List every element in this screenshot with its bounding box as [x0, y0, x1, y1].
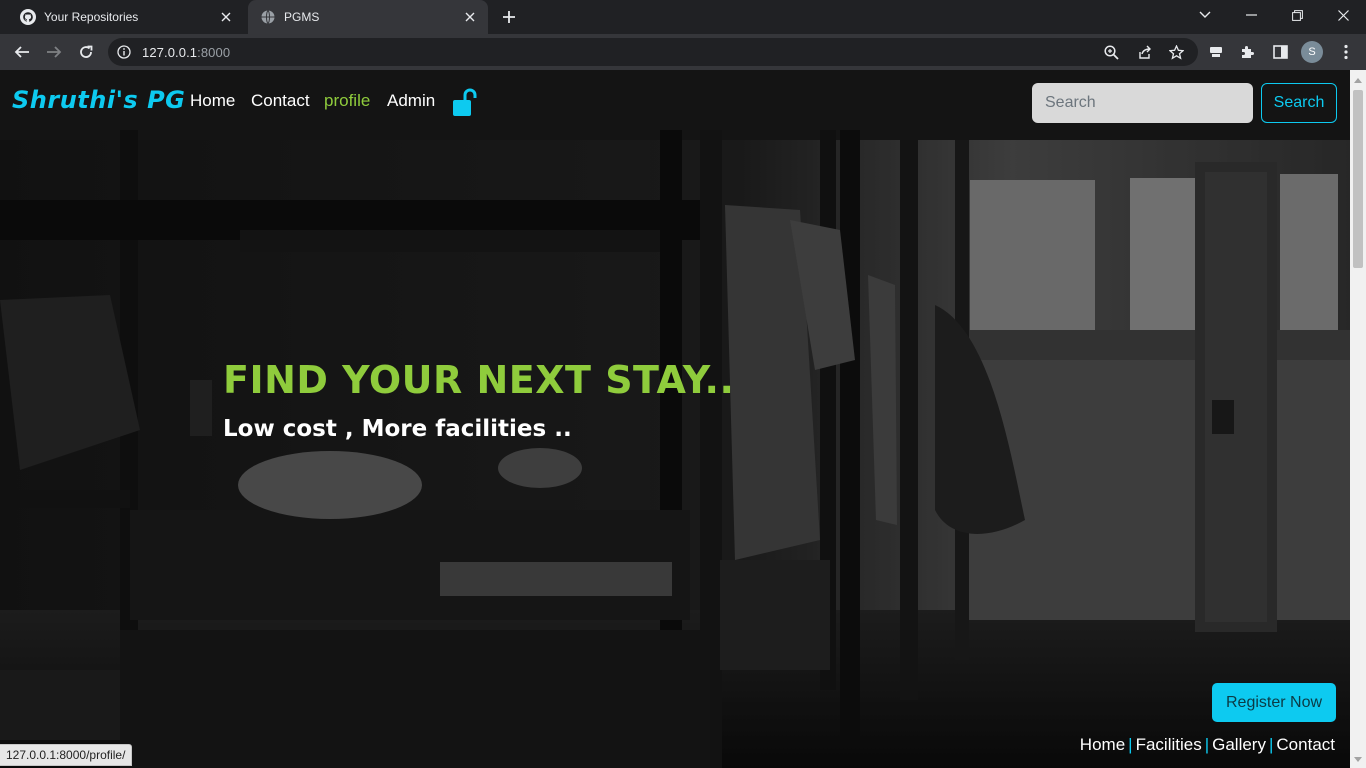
tab-title: Your Repositories [44, 10, 139, 24]
forward-icon[interactable] [41, 39, 67, 65]
reload-icon[interactable] [73, 39, 99, 65]
browser-toolbar: 127.0.0.1:8000 S [0, 34, 1366, 70]
new-tab-icon[interactable] [498, 7, 520, 27]
kebab-menu-icon[interactable] [1333, 39, 1359, 65]
footer-separator: | [1204, 735, 1210, 754]
footer-separator: | [1128, 735, 1133, 754]
close-icon[interactable] [460, 7, 480, 27]
nav-admin-link[interactable]: Admin [387, 91, 435, 111]
page-viewport: Shruthi's PG Home Contact profile Admin … [0, 70, 1350, 768]
tab-pgms[interactable]: PGMS [248, 0, 488, 34]
extensions-puzzle-icon[interactable] [1235, 39, 1261, 65]
tab-title: PGMS [284, 10, 320, 24]
bookmark-star-icon[interactable] [1167, 43, 1185, 61]
footer-home-link[interactable]: Home [1080, 735, 1125, 754]
url-port: :8000 [197, 45, 231, 60]
back-icon[interactable] [9, 39, 35, 65]
address-bar[interactable]: 127.0.0.1:8000 [108, 38, 1198, 66]
status-bar-url: 127.0.0.1:8000/profile/ [0, 744, 133, 766]
profile-avatar[interactable]: S [1301, 41, 1323, 63]
search-input[interactable] [1032, 83, 1253, 123]
site-info-icon[interactable] [117, 45, 131, 64]
search-button[interactable]: Search [1261, 83, 1337, 123]
footer-links: Home | Facilities | Gallery | Contact [1080, 735, 1335, 755]
url-text: 127.0.0.1:8000 [142, 45, 230, 60]
window-close-icon[interactable] [1320, 0, 1366, 30]
brand-logo[interactable]: Shruthi's PG [12, 86, 185, 114]
nav-contact-link[interactable]: Contact [251, 91, 310, 111]
share-icon[interactable] [1135, 43, 1153, 61]
side-panel-icon[interactable] [1267, 39, 1293, 65]
scrollbar-thumb[interactable] [1353, 90, 1363, 268]
unlock-icon[interactable] [452, 88, 478, 123]
nav-profile-link[interactable]: profile [324, 91, 370, 111]
browser-tabstrip: Your Repositories PGMS [0, 0, 1366, 34]
register-now-button[interactable]: Register Now [1212, 683, 1336, 722]
globe-icon [260, 9, 276, 25]
vertical-scrollbar[interactable] [1350, 70, 1366, 768]
minimize-icon[interactable] [1228, 0, 1274, 30]
footer-facilities-link[interactable]: Facilities [1136, 735, 1202, 754]
close-icon[interactable] [216, 7, 236, 27]
footer-contact-link[interactable]: Contact [1276, 735, 1335, 754]
footer-gallery-link[interactable]: Gallery [1212, 735, 1266, 754]
zoom-icon[interactable] [1102, 43, 1120, 61]
media-router-icon[interactable] [1203, 39, 1229, 65]
footer-separator: | [1268, 735, 1274, 754]
nav-home-link[interactable]: Home [190, 91, 235, 111]
restore-icon[interactable] [1274, 0, 1320, 30]
hero-background-image [0, 70, 1350, 768]
github-icon [20, 9, 36, 25]
hero-title: FIND YOUR NEXT STAY.. [223, 358, 735, 402]
hero-subtitle: Low cost , More facilities .. [223, 416, 572, 442]
tab-your-repositories[interactable]: Your Repositories [8, 0, 244, 34]
url-host: 127.0.0.1 [142, 45, 198, 60]
scroll-down-icon[interactable] [1354, 757, 1362, 762]
scroll-up-icon[interactable] [1354, 78, 1362, 83]
tab-search-chevron-icon[interactable] [1182, 0, 1228, 30]
